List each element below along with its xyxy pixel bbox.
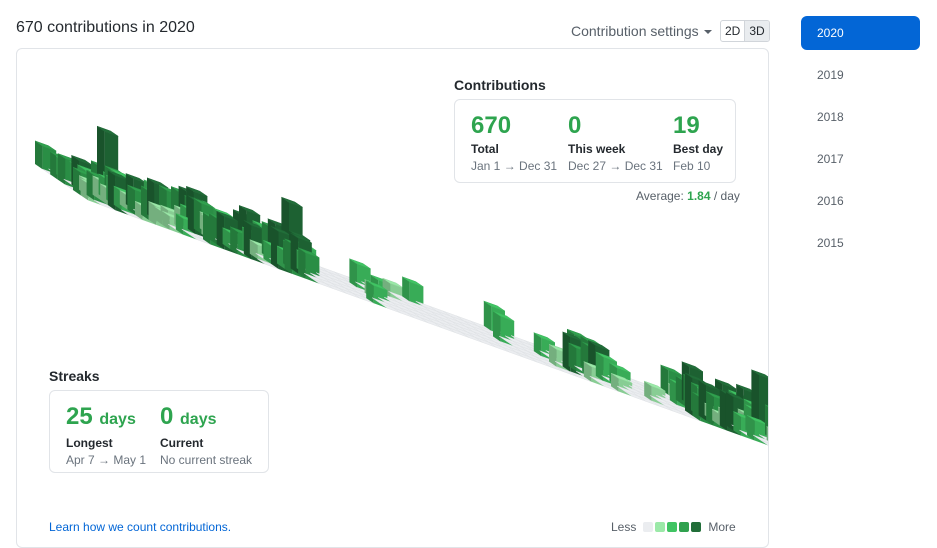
legend-swatch-1 <box>655 522 666 532</box>
year-item-2020[interactable]: 2020 <box>801 16 920 50</box>
year-item-2018[interactable]: 2018 <box>801 100 920 134</box>
current-value: 0 <box>160 403 174 430</box>
contributions-heading: Contributions <box>454 77 546 93</box>
year-item-2015[interactable]: 2015 <box>801 226 920 260</box>
contribution-settings-dropdown[interactable]: Contribution settings <box>571 23 712 39</box>
contribution-graph-panel: Contributions 670 Total Jan 1 → Dec 31 0… <box>16 48 769 548</box>
year-item-2019[interactable]: 2019 <box>801 58 920 92</box>
stat-total: 670 Total Jan 1 → Dec 31 <box>471 112 557 173</box>
contributions-stats-box: 670 Total Jan 1 → Dec 31 0 This week Dec… <box>454 99 736 183</box>
page-title: 670 contributions in 2020 <box>16 19 195 36</box>
view-toggle: 2D 3D <box>720 20 770 42</box>
average-unit: / day <box>713 189 740 203</box>
longest-value: 25 <box>66 403 93 430</box>
streaks-heading: Streaks <box>49 368 100 384</box>
contribution-legend: Less More <box>606 520 741 534</box>
current-label: Current <box>160 436 204 450</box>
year-item-2017[interactable]: 2017 <box>801 142 920 176</box>
view-3d-button[interactable]: 3D <box>744 21 769 41</box>
total-label: Total <box>471 142 499 156</box>
legend-more: More <box>708 520 736 534</box>
current-unit: days <box>180 411 217 428</box>
legend-less: Less <box>611 520 637 534</box>
average-value: 1.84 <box>687 189 711 203</box>
legend-swatch-2 <box>667 522 678 532</box>
best-label: Best day <box>673 142 724 156</box>
longest-range: Apr 7 → May 1 <box>66 453 147 467</box>
year-list: 2020 2019 2018 2017 2016 2015 <box>801 16 920 268</box>
legend-swatch-3 <box>679 522 690 532</box>
contribution-settings-label: Contribution settings <box>571 23 699 39</box>
stat-best-day: 19 Best day Feb 10 <box>673 112 723 173</box>
total-value: 670 <box>471 112 512 139</box>
current-range: No current streak <box>160 453 253 467</box>
average-label: Average: <box>636 189 684 203</box>
best-value: 19 <box>673 112 700 139</box>
stat-this-week: 0 This week Dec 27 → Dec 31 <box>568 112 663 173</box>
stat-current-streak: 0 days Current No current streak <box>160 403 252 467</box>
legend-swatch-4 <box>691 522 702 532</box>
legend-swatch-0 <box>643 522 654 532</box>
week-label: This week <box>568 142 626 156</box>
caret-down-icon <box>703 29 712 34</box>
year-item-2016[interactable]: 2016 <box>801 184 920 218</box>
graph-cell <box>766 426 768 441</box>
longest-unit: days <box>99 411 136 428</box>
longest-label: Longest <box>66 436 113 450</box>
view-2d-button[interactable]: 2D <box>721 21 744 41</box>
week-value: 0 <box>568 112 582 139</box>
learn-contributions-link[interactable]: Learn how we count contributions. <box>49 520 231 534</box>
best-range: Feb 10 <box>673 159 711 173</box>
total-range: Jan 1 → Dec 31 <box>471 159 558 173</box>
week-range: Dec 27 → Dec 31 <box>568 159 663 173</box>
streaks-stats-box: 25 days Longest Apr 7 → May 1 0 days Cur… <box>49 390 269 473</box>
stat-longest-streak: 25 days Longest Apr 7 → May 1 <box>66 403 146 467</box>
average-per-day: Average: 1.84 / day <box>636 189 740 203</box>
